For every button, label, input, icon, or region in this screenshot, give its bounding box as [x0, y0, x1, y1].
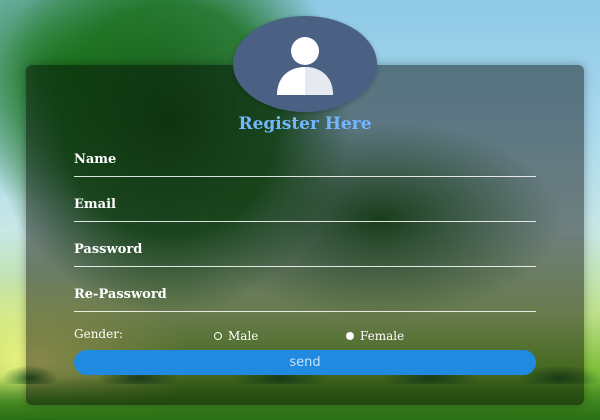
radio-unchecked-icon: [214, 332, 222, 340]
gender-male-label: Male: [228, 329, 259, 343]
name-field[interactable]: Name: [74, 152, 536, 177]
form-title: Register Here: [238, 114, 372, 134]
radio-checked-icon: [346, 332, 354, 340]
gender-male-radio[interactable]: Male: [214, 329, 258, 343]
password-field[interactable]: Password: [74, 242, 536, 267]
re-password-label: Re-Password: [74, 287, 167, 302]
password-label: Password: [74, 242, 143, 257]
email-field[interactable]: Email: [74, 197, 536, 222]
name-label: Name: [74, 152, 117, 167]
gender-female-label: Female: [360, 329, 405, 343]
re-password-field[interactable]: Re-Password: [74, 287, 536, 312]
send-button[interactable]: send: [74, 350, 536, 375]
avatar: [233, 16, 377, 112]
gender-label: Gender:: [74, 327, 123, 341]
gender-female-radio[interactable]: Female: [346, 329, 404, 343]
gender-row: Gender: Male Female: [74, 327, 536, 345]
email-label: Email: [74, 197, 116, 212]
user-avatar-icon: [277, 37, 333, 95]
